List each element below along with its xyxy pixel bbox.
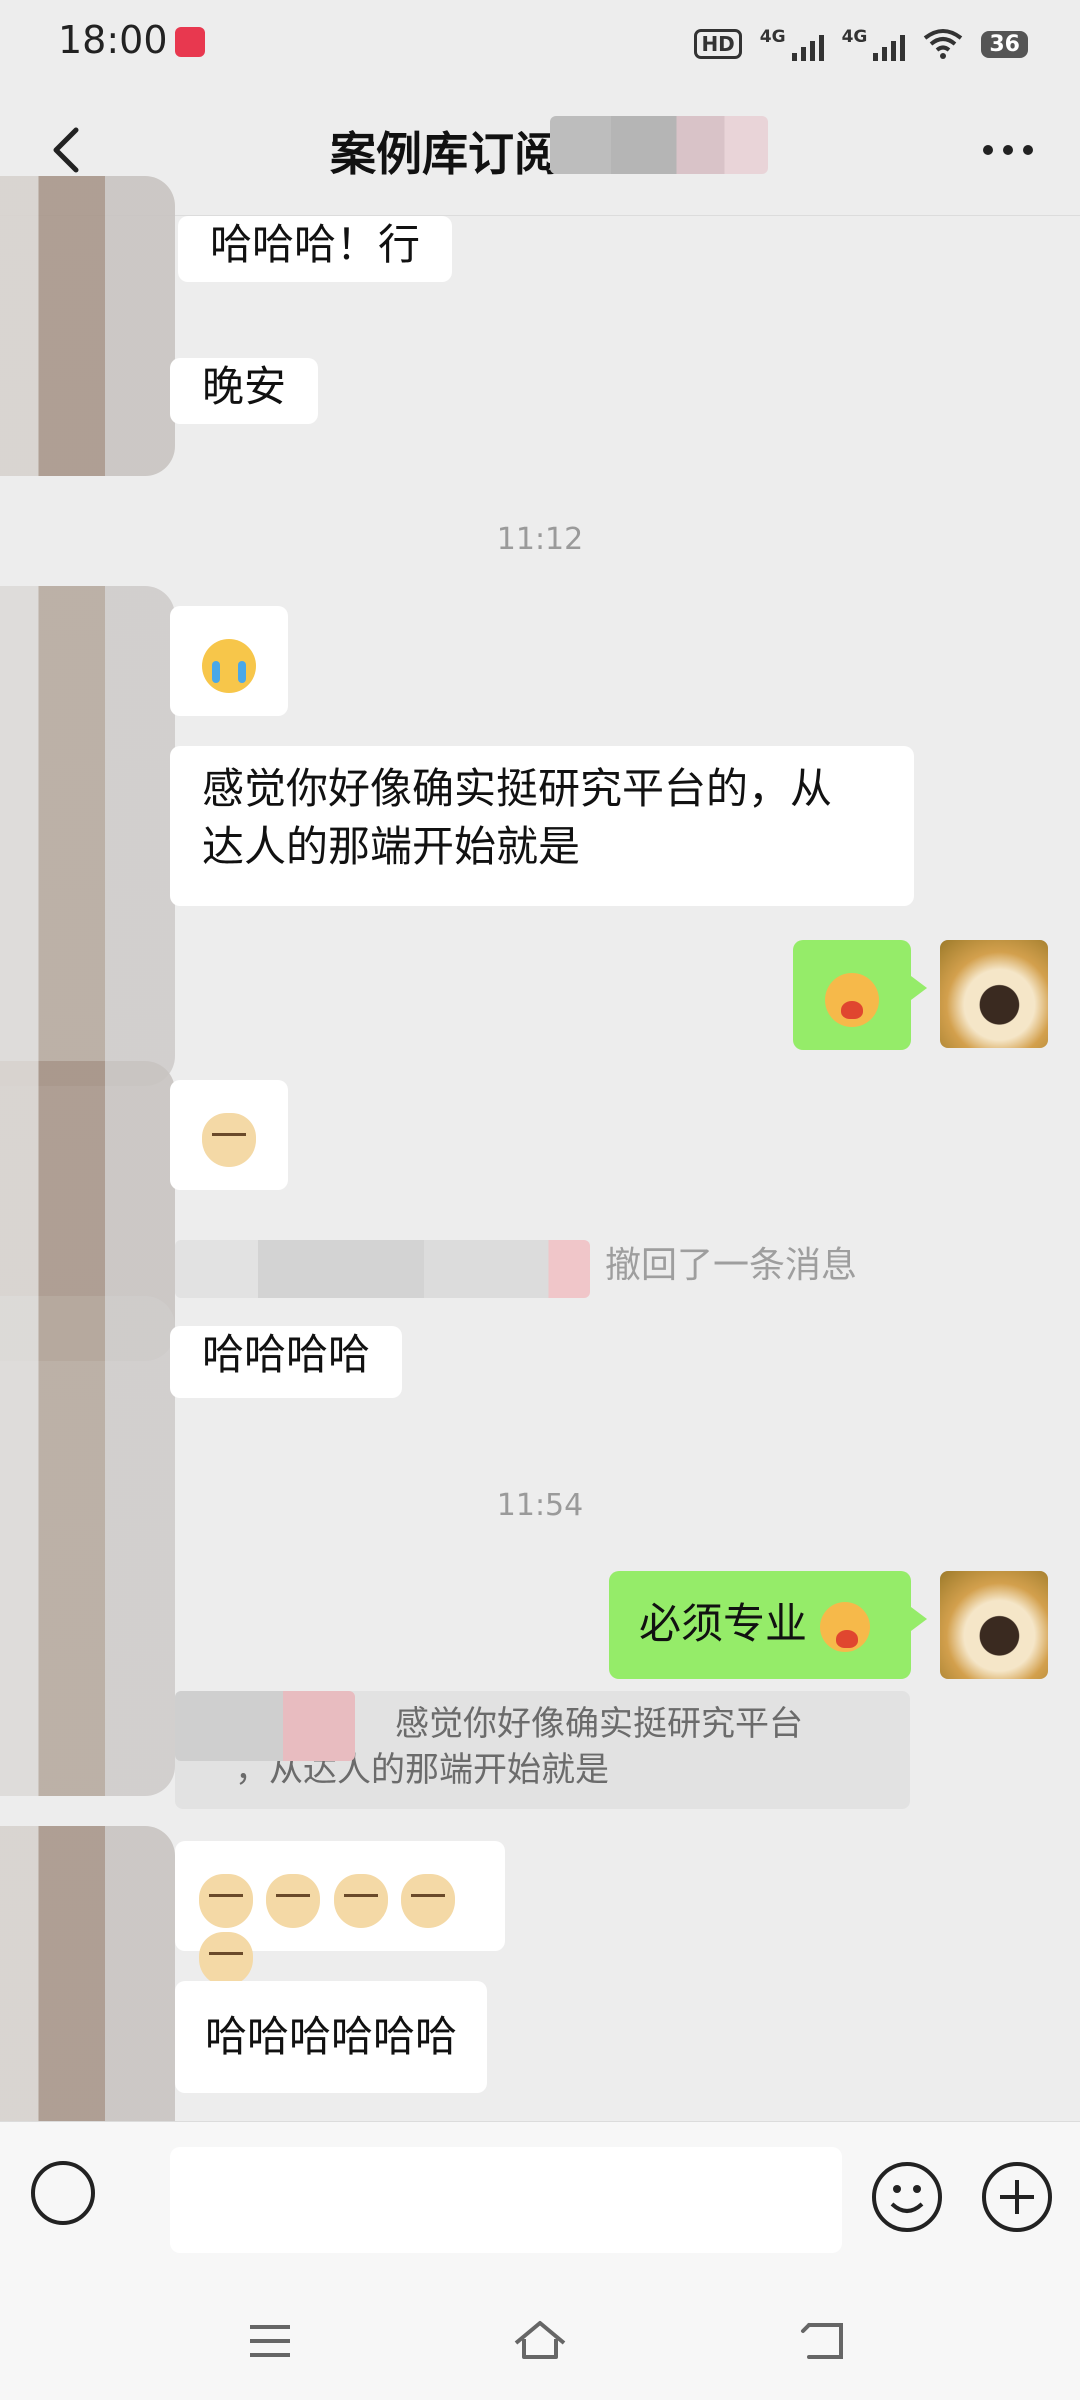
message-timestamp: 11:54 xyxy=(496,1488,584,1523)
message-bubble-other[interactable]: 哈哈哈！行 xyxy=(178,216,453,282)
doge-emoji-icon xyxy=(199,1932,253,1986)
recall-name-blurred xyxy=(175,1240,590,1298)
doge-emoji-icon xyxy=(202,1112,256,1167)
input-bar xyxy=(0,2121,1080,2282)
message-text: 晚安 xyxy=(202,362,287,411)
message-text-line: 达人的那端开始就是 xyxy=(202,822,581,871)
message-bubble-me[interactable] xyxy=(793,940,927,1050)
my-avatar[interactable] xyxy=(940,940,1048,1048)
network-type-label-2: 4G xyxy=(841,27,868,47)
battery-icon: 36 xyxy=(981,30,1028,58)
message-input[interactable] xyxy=(170,2147,842,2253)
heart-emoji-icon xyxy=(820,1601,871,1652)
avatar-blurred[interactable] xyxy=(0,176,175,476)
avatar-blurred[interactable] xyxy=(0,1296,175,1796)
back-icon[interactable] xyxy=(795,2311,855,2371)
message-bubble-me[interactable]: 必须专业 xyxy=(609,1571,927,1679)
hd-icon: HD xyxy=(694,29,742,59)
quote-sender-blurred xyxy=(175,1691,355,1761)
title-blur-redaction xyxy=(550,116,768,174)
chevron-left-icon[interactable] xyxy=(38,120,98,180)
signal-icon: 4G xyxy=(760,27,824,61)
status-indicators: HD 4G 4G 36 xyxy=(694,22,1028,66)
my-avatar[interactable] xyxy=(940,1571,1048,1679)
chat-title: 案例库订阅 xyxy=(330,127,560,181)
message-text: 哈哈哈哈哈哈 xyxy=(205,2012,458,2061)
quote-line: 感觉你好像确实挺研究平台 xyxy=(395,1704,803,1744)
doge-emoji-icon xyxy=(199,1873,253,1928)
message-bubble-other[interactable]: 晚安 xyxy=(170,358,319,424)
avatar-blurred[interactable] xyxy=(0,586,175,1086)
network-type-label: 4G xyxy=(759,27,786,47)
message-list[interactable]: 哈哈哈！行 晚安 11:12 感觉你好像确实挺研究平台的，从 达人的那端开始就是… xyxy=(0,176,1080,2326)
message-text-line: 感觉你好像确实挺研究平台的，从 xyxy=(202,764,833,813)
message-bubble-other[interactable]: 感觉你好像确实挺研究平台的，从 达人的那端开始就是 xyxy=(170,746,914,906)
status-time: 18:00 xyxy=(58,18,168,62)
doge-emoji-icon xyxy=(333,1873,388,1928)
doge-emoji-icon xyxy=(266,1873,321,1928)
doge-emoji-icon xyxy=(401,1873,456,1928)
plus-icon[interactable] xyxy=(980,2160,1054,2234)
cry-emoji-icon xyxy=(202,638,256,693)
voice-icon[interactable] xyxy=(28,2158,98,2228)
status-bar: 18:00 HD 4G 4G 36 xyxy=(0,0,1080,90)
system-navigation-bar xyxy=(0,2281,1080,2400)
notification-app-icon xyxy=(175,27,205,57)
smile-icon[interactable] xyxy=(870,2160,944,2234)
heart-emoji-icon xyxy=(825,972,879,1027)
message-bubble-other[interactable] xyxy=(170,606,288,716)
recall-notice: 撤回了一条消息 xyxy=(605,1245,858,1286)
message-bubble-other[interactable]: 哈哈哈哈哈哈 xyxy=(175,1981,488,2093)
message-text: 哈哈哈哈 xyxy=(202,1330,371,1379)
message-text: 必须专业 xyxy=(639,1599,808,1648)
signal-icon-2: 4G xyxy=(842,27,906,61)
more-horizontal-icon[interactable] xyxy=(976,126,1040,174)
message-text: 哈哈哈！行 xyxy=(210,220,421,269)
message-bubble-other[interactable] xyxy=(175,1841,505,1986)
wifi-icon xyxy=(924,29,963,59)
home-icon[interactable] xyxy=(510,2311,570,2371)
message-bubble-other[interactable]: 哈哈哈哈 xyxy=(170,1326,403,1398)
message-timestamp: 11:12 xyxy=(496,522,584,557)
menu-icon[interactable] xyxy=(240,2311,300,2371)
message-bubble-other[interactable] xyxy=(170,1080,288,1190)
